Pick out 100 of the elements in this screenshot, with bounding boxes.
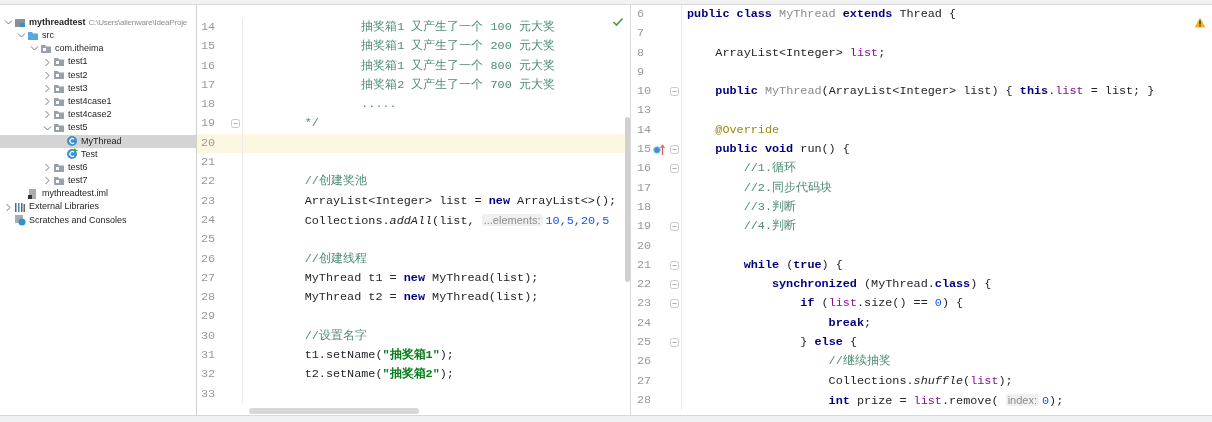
line-number: 18 — [637, 198, 652, 216]
code-comment: //创建线程 — [304, 251, 367, 266]
code-token: if — [800, 296, 815, 311]
package-folder-icon — [53, 56, 65, 69]
file-icon — [27, 188, 39, 201]
line-number: 20 — [637, 237, 652, 255]
code-token: while — [743, 257, 780, 272]
tree-item[interactable]: test7 — [0, 174, 196, 188]
runnable-class-icon — [66, 148, 78, 161]
code-token: synchronized — [771, 277, 857, 292]
code-token: ) { — [941, 296, 964, 311]
code-token: new — [488, 193, 510, 208]
code-token: = list; } — [1090, 84, 1155, 99]
tree-item[interactable]: test3 — [0, 81, 196, 96]
code-token: 0 — [934, 296, 942, 311]
code-token: MyThread(list); — [432, 270, 539, 285]
fold-marker-icon[interactable] — [231, 119, 240, 129]
line-number: 27 — [637, 372, 652, 390]
code-token: prize = — [856, 393, 907, 408]
tree-label: test4case2 — [68, 108, 112, 122]
package-folder-icon — [53, 161, 65, 174]
code-comment: //继续抽奖 — [828, 354, 891, 369]
code-token: this — [1019, 84, 1049, 99]
tree-item[interactable]: Test — [0, 147, 196, 162]
tree-item[interactable]: test1 — [0, 55, 196, 69]
scrollbar-thumb[interactable] — [249, 408, 419, 414]
line-number: 22 — [637, 276, 652, 294]
code-token: int — [828, 393, 850, 408]
code-token: class — [934, 277, 971, 292]
code-token: MyThread — [779, 7, 836, 21]
code-comment: //4.判断 — [743, 219, 796, 234]
fold-marker-icon[interactable] — [670, 299, 679, 309]
code-token: extends — [842, 7, 893, 21]
code-comment: 抽奖箱1 又产生了一个 800 元大奖 — [361, 58, 555, 73]
code-comment: 抽奖箱1 又产生了一个 100 元大奖 — [361, 20, 555, 34]
parameter-hint: index: — [1005, 393, 1039, 406]
code-token: 10,5,20,5 — [545, 213, 610, 228]
tree-item[interactable]: src — [0, 29, 196, 43]
tree-item[interactable]: External Libraries — [0, 200, 196, 214]
code-token: .size() == — [856, 296, 928, 311]
code-token: . — [1048, 84, 1056, 99]
code-token: ) { — [821, 257, 843, 272]
code-token: (MyThread. — [864, 277, 935, 292]
line-number: 26 — [637, 353, 652, 371]
code-token: (ArrayList<Integer> list) { — [821, 84, 1013, 99]
code-comment: 抽奖箱2 又产生了一个 700 元大奖 — [361, 77, 555, 92]
fold-marker-icon[interactable] — [670, 338, 679, 348]
fold-marker-icon[interactable] — [670, 222, 679, 232]
code-token: t1.setName( — [304, 348, 383, 363]
tree-item[interactable]: Scratches and Consoles — [0, 213, 196, 227]
tree-label: mythreadtest.iml — [42, 187, 109, 201]
tree-item[interactable]: test4case1 — [0, 95, 196, 109]
code-token: ; — [864, 315, 872, 330]
tree-item[interactable]: com.itheima — [0, 42, 196, 56]
tree-item[interactable]: mythreadtest C:\Users\alienware\IdeaProje — [0, 16, 196, 30]
tree-label: test4case1 — [68, 94, 112, 108]
code-token: ; — [878, 45, 886, 60]
line-number: 13 — [637, 102, 652, 120]
code-token: list — [970, 373, 999, 388]
package-folder-icon — [53, 174, 65, 187]
code-token: ArrayList<>(); — [517, 193, 617, 208]
package-folder-icon — [53, 95, 65, 108]
code-token: { — [849, 335, 857, 350]
tree-item[interactable]: test5 — [0, 121, 196, 135]
tree-label: Test — [81, 147, 98, 161]
line-number: 16 — [201, 57, 216, 75]
line-number: 25 — [201, 231, 216, 249]
code-token: Collections. — [828, 373, 914, 388]
code-token: ); — [439, 348, 454, 363]
fold-marker-icon[interactable] — [670, 87, 679, 97]
fold-marker-icon[interactable] — [670, 260, 679, 270]
line-number: 8 — [637, 44, 645, 62]
line-number: 28 — [201, 289, 216, 307]
code-token: new — [403, 270, 425, 285]
tree-label: test3 — [68, 81, 88, 95]
tree-item[interactable]: test6 — [0, 161, 196, 175]
code-token: ); — [1049, 393, 1064, 408]
code-token: ( — [963, 373, 971, 388]
tree-item[interactable]: MyThread — [0, 134, 196, 148]
tree-item[interactable]: mythreadtest.iml — [0, 187, 196, 201]
code-token: public — [715, 84, 758, 99]
code-token: break — [828, 315, 864, 330]
fold-marker-icon[interactable] — [670, 164, 679, 174]
fold-marker-icon[interactable] — [670, 145, 679, 155]
check-icon[interactable] — [612, 17, 624, 27]
scrollbar-thumb[interactable] — [625, 117, 630, 282]
warning-icon[interactable] — [1194, 17, 1206, 28]
code-comment: //2.同步代码块 — [743, 180, 832, 195]
tree-item[interactable]: test2 — [0, 68, 196, 82]
line-number: 28 — [637, 391, 652, 409]
code-token: @Override — [715, 122, 780, 137]
package-folder-icon — [53, 69, 65, 82]
fold-marker-icon[interactable] — [670, 280, 679, 290]
package-folder-icon — [53, 82, 65, 95]
tree-label: Scratches and Consoles — [29, 213, 127, 227]
override-icon[interactable] — [653, 144, 665, 157]
tree-item[interactable]: test4case2 — [0, 108, 196, 122]
package-folder-icon — [53, 122, 65, 135]
code-token: 0 — [1042, 393, 1050, 408]
tree-label: External Libraries — [29, 200, 100, 214]
